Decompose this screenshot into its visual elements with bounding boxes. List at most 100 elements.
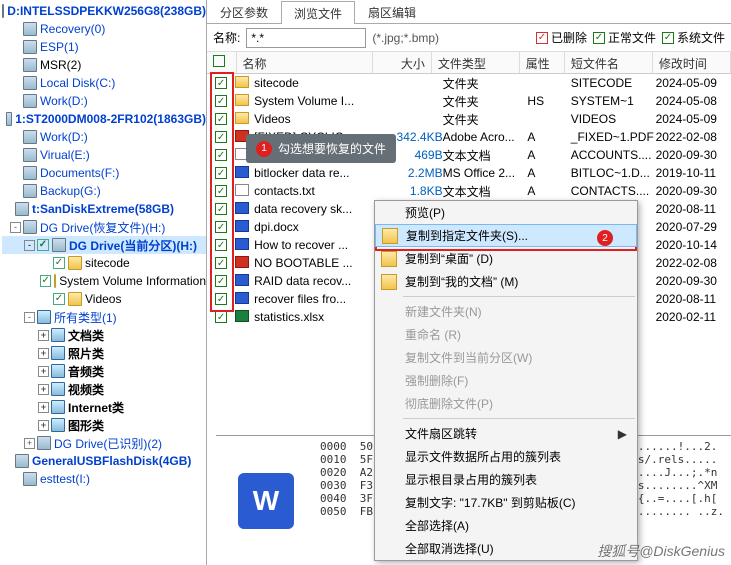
tree-node[interactable]: +视频类 bbox=[2, 380, 206, 398]
tree-node[interactable]: +Internet类 bbox=[2, 398, 206, 416]
row-checkbox[interactable] bbox=[215, 239, 227, 251]
tree-node[interactable]: +DG Drive(已识别)(2) bbox=[2, 434, 206, 452]
tree-node[interactable]: Local Disk(C:) bbox=[2, 74, 206, 92]
tree-node[interactable]: Recovery(0) bbox=[2, 20, 206, 38]
tab[interactable]: 浏览文件 bbox=[281, 1, 355, 24]
row-checkbox[interactable] bbox=[215, 167, 227, 179]
chk-system[interactable]: 系统文件 bbox=[662, 29, 725, 46]
tree-node[interactable]: Work(D:) bbox=[2, 92, 206, 110]
annotation-num-1: 1 bbox=[256, 141, 272, 157]
tree-node[interactable]: t:SanDiskExtreme(58GB) bbox=[2, 200, 206, 218]
disk-icon bbox=[2, 4, 4, 18]
tree-node[interactable]: GeneralUSBFlashDisk(4GB) bbox=[2, 452, 206, 470]
menu-item[interactable]: 显示文件数据所占用的簇列表 bbox=[375, 445, 637, 468]
row-checkbox[interactable] bbox=[215, 77, 227, 89]
fold-icon bbox=[54, 274, 56, 288]
tree-node[interactable]: MSR(2) bbox=[2, 56, 206, 74]
table-row[interactable]: contacts.txt1.8KB文本文档ACONTACTS....2020-0… bbox=[207, 182, 731, 200]
disk-icon bbox=[23, 58, 37, 72]
fold-icon bbox=[68, 256, 82, 270]
preview-icon: W bbox=[216, 436, 316, 565]
type-icon bbox=[51, 328, 65, 342]
tree-node[interactable]: +文档类 bbox=[2, 326, 206, 344]
tree-node[interactable]: -DG Drive(当前分区)(H:) bbox=[2, 236, 206, 254]
menu-item[interactable]: 复制到“我的文档” (M) bbox=[375, 270, 637, 293]
row-checkbox[interactable] bbox=[215, 95, 227, 107]
name-label: 名称: bbox=[213, 29, 240, 46]
type-icon bbox=[51, 400, 65, 414]
context-menu[interactable]: 2 预览(P)复制到指定文件夹(S)...复制到“桌面” (D)复制到“我的文档… bbox=[374, 200, 638, 561]
disk-icon bbox=[23, 472, 37, 486]
type-icon bbox=[51, 364, 65, 378]
ext-hint: (*.jpg;*.bmp) bbox=[372, 31, 439, 45]
row-checkbox[interactable] bbox=[215, 131, 227, 143]
menu-item[interactable]: 显示根目录占用的簇列表 bbox=[375, 468, 637, 491]
table-row[interactable]: Videos文件夹VIDEOS2024-05-09 bbox=[207, 110, 731, 128]
annotation-num-2: 2 bbox=[597, 230, 613, 246]
tree-node[interactable]: +图形类 bbox=[2, 416, 206, 434]
menu-item[interactable]: 重命名 (R) bbox=[375, 323, 637, 346]
row-checkbox[interactable] bbox=[215, 185, 227, 197]
disk-icon bbox=[23, 40, 37, 54]
tree-node[interactable]: Documents(F:) bbox=[2, 164, 206, 182]
table-row[interactable]: bitlocker data re...2.2MBMS Office 2...A… bbox=[207, 164, 731, 182]
disk-icon bbox=[23, 220, 37, 234]
disk-icon bbox=[23, 22, 37, 36]
annotation-tip-1: 1 勾选想要恢复的文件 bbox=[246, 134, 396, 163]
chk-deleted[interactable]: 已删除 bbox=[536, 29, 587, 46]
disk-icon bbox=[23, 76, 37, 90]
menu-item[interactable]: 预览(P) bbox=[375, 201, 637, 224]
menu-item[interactable]: 新建文件夹(N) bbox=[375, 300, 637, 323]
row-checkbox[interactable] bbox=[215, 257, 227, 269]
disk-icon bbox=[6, 112, 12, 126]
tabs: 分区参数浏览文件扇区编辑 bbox=[207, 0, 731, 24]
table-row[interactable]: sitecode文件夹SITECODE2024-05-09 bbox=[207, 74, 731, 92]
disk-icon bbox=[52, 238, 66, 252]
tree-node[interactable]: sitecode bbox=[2, 254, 206, 272]
chk-normal[interactable]: 正常文件 bbox=[593, 29, 656, 46]
tree-node[interactable]: Virual(E:) bbox=[2, 146, 206, 164]
disk-icon bbox=[15, 454, 29, 468]
tree-node[interactable]: esttest(I:) bbox=[2, 470, 206, 488]
tab[interactable]: 分区参数 bbox=[207, 0, 281, 23]
row-checkbox[interactable] bbox=[215, 275, 227, 287]
menu-item[interactable]: 文件扇区跳转▶ bbox=[375, 422, 637, 445]
row-checkbox[interactable] bbox=[215, 221, 227, 233]
table-row[interactable]: System Volume I...文件夹HSSYSTEM~12024-05-0… bbox=[207, 92, 731, 110]
menu-item[interactable]: 全部选择(A) bbox=[375, 514, 637, 537]
word-icon: W bbox=[238, 473, 294, 529]
filter-bar: 名称: (*.jpg;*.bmp) 已删除 正常文件 系统文件 bbox=[207, 24, 731, 52]
row-checkbox[interactable] bbox=[215, 311, 227, 323]
disk-icon bbox=[37, 436, 51, 450]
tree-node[interactable]: 1:ST2000DM008-2FR102(1863GB) bbox=[2, 110, 206, 128]
row-checkbox[interactable] bbox=[215, 149, 227, 161]
tree-node[interactable]: ESP(1) bbox=[2, 38, 206, 56]
row-checkbox[interactable] bbox=[215, 203, 227, 215]
disk-icon bbox=[23, 184, 37, 198]
disk-icon bbox=[23, 94, 37, 108]
file-icon bbox=[235, 238, 249, 250]
menu-item[interactable]: 强制删除(F) bbox=[375, 369, 637, 392]
disk-icon bbox=[23, 166, 37, 180]
menu-item[interactable]: 复制文字: "17.7KB" 到剪贴板(C) bbox=[375, 491, 637, 514]
file-icon bbox=[235, 256, 249, 268]
fold-icon bbox=[68, 292, 82, 306]
row-checkbox[interactable] bbox=[215, 113, 227, 125]
menu-item[interactable]: 彻底删除文件(P) bbox=[375, 392, 637, 415]
tree-node[interactable]: +音频类 bbox=[2, 362, 206, 380]
type-icon bbox=[37, 310, 51, 324]
menu-item[interactable]: 复制到“桌面” (D) bbox=[375, 247, 637, 270]
tree-node[interactable]: +照片类 bbox=[2, 344, 206, 362]
menu-item[interactable]: 复制文件到当前分区(W) bbox=[375, 346, 637, 369]
tree-node[interactable]: System Volume Information bbox=[2, 272, 206, 290]
tree-node[interactable]: -DG Drive(恢复文件)(H:) bbox=[2, 218, 206, 236]
tree-node[interactable]: Videos bbox=[2, 290, 206, 308]
tree-node[interactable]: Backup(G:) bbox=[2, 182, 206, 200]
row-checkbox[interactable] bbox=[215, 293, 227, 305]
name-input[interactable] bbox=[246, 28, 366, 48]
tree-node[interactable]: -所有类型(1) bbox=[2, 308, 206, 326]
sidebar[interactable]: D:INTELSSDPEKKW256G8(238GB)Recovery(0)ES… bbox=[0, 0, 207, 565]
tab[interactable]: 扇区编辑 bbox=[355, 0, 429, 23]
tree-node[interactable]: Work(D:) bbox=[2, 128, 206, 146]
tree-node[interactable]: D:INTELSSDPEKKW256G8(238GB) bbox=[2, 2, 206, 20]
